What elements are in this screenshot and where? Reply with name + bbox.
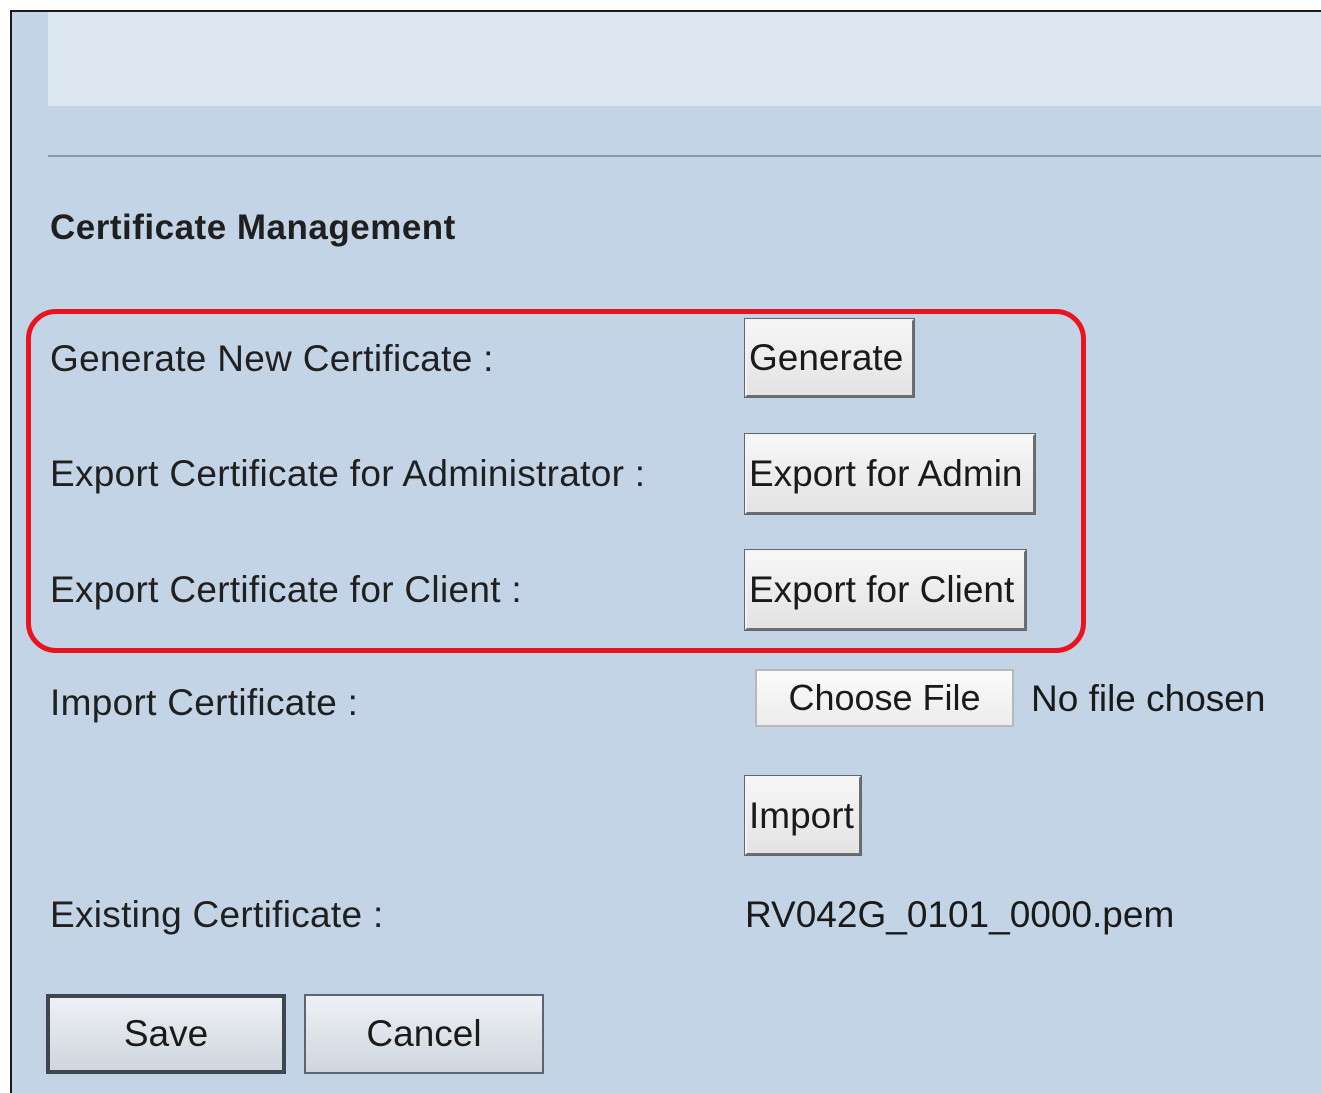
file-status-text: No file chosen	[1031, 678, 1266, 719]
cancel-button[interactable]: Cancel	[304, 994, 544, 1074]
content-panel: Certificate Management Generate New Cert…	[10, 10, 1321, 1093]
existing-certificate-value: RV042G_0101_0000.pem	[745, 894, 1175, 935]
import-certificate-label: Import Certificate :	[50, 682, 359, 723]
export-for-client-button[interactable]: Export for Client	[744, 549, 1027, 631]
generate-certificate-label: Generate New Certificate :	[50, 338, 494, 379]
existing-certificate-label: Existing Certificate :	[50, 894, 384, 935]
export-admin-label: Export Certificate for Administrator :	[50, 453, 646, 494]
import-button[interactable]: Import	[744, 775, 862, 856]
export-client-label: Export Certificate for Client :	[50, 569, 522, 610]
header-band	[48, 12, 1321, 106]
save-button[interactable]: Save	[46, 994, 286, 1074]
choose-file-button[interactable]: Choose File	[755, 669, 1014, 727]
generate-button[interactable]: Generate	[744, 318, 915, 398]
export-for-admin-button[interactable]: Export for Admin	[744, 433, 1036, 515]
section-title: Certificate Management	[50, 208, 456, 247]
section-divider	[48, 155, 1321, 157]
